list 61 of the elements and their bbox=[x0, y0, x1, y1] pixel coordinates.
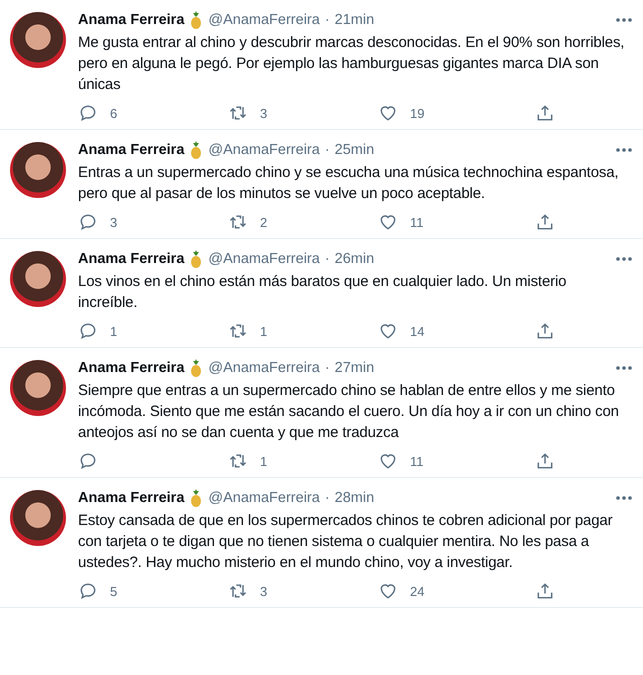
user-handle[interactable]: @AnamaFerreira bbox=[208, 251, 320, 267]
pineapple-icon bbox=[189, 488, 204, 508]
retweet-count: 1 bbox=[260, 324, 268, 338]
retweet-count: 3 bbox=[260, 584, 268, 598]
like-count: 19 bbox=[410, 106, 424, 120]
tweet-card[interactable]: Anama Ferreira @AnamaFerreira · 25min Entras a un supermercado chino y se escucha una música technochina espantosa, pero que al pasar de los minutos se vuelve un poco aceptable. 3 2 11 bbox=[0, 130, 643, 239]
pineapple-icon bbox=[189, 140, 204, 160]
reply-count: 1 bbox=[110, 324, 118, 338]
like-count: 11 bbox=[410, 454, 424, 468]
share-icon[interactable] bbox=[535, 581, 555, 601]
tweet-text: Entras a un supermercado chino y se escucha una música technochina espantosa, pero que al pasar de los minutos se vuelve un poco aceptable. bbox=[78, 163, 620, 204]
reply-icon[interactable] bbox=[78, 451, 98, 471]
user-handle[interactable]: @AnamaFerreira bbox=[208, 490, 320, 506]
user-handle[interactable]: @AnamaFerreira bbox=[208, 142, 320, 158]
tweet-time[interactable]: 27min bbox=[334, 360, 374, 376]
tweet-time[interactable]: 21min bbox=[334, 12, 374, 28]
user-name[interactable]: Anama Ferreira bbox=[78, 360, 184, 376]
more-icon[interactable] bbox=[615, 495, 633, 501]
more-icon[interactable] bbox=[615, 365, 633, 371]
separator-dot: · bbox=[324, 490, 330, 506]
separator-dot: · bbox=[324, 251, 330, 267]
tweet-text: Estoy cansada de que en los supermercados chinos te cobren adicional por pagar con tarjeta o te digan que no tienen sistema o cualquier mentira. No les pasa a ustedes?. Hay mucho misterio en el mundo chino, voy a investigar. bbox=[78, 511, 614, 573]
reply-count: 6 bbox=[110, 106, 118, 120]
share-icon[interactable] bbox=[535, 103, 555, 123]
pineapple-icon bbox=[189, 249, 204, 269]
tweet-card[interactable]: Anama Ferreira @AnamaFerreira · 26min Los vinos en el chino están más baratos que en cualquier lado. Un misterio increíble. 1 1 14 bbox=[0, 239, 643, 348]
separator-dot: · bbox=[324, 12, 330, 28]
tweet-time[interactable]: 25min bbox=[334, 142, 374, 158]
user-name[interactable]: Anama Ferreira bbox=[78, 12, 184, 28]
share-icon[interactable] bbox=[535, 321, 555, 341]
tweet-time[interactable]: 26min bbox=[334, 251, 374, 267]
reply-icon[interactable] bbox=[78, 321, 98, 341]
more-icon[interactable] bbox=[615, 147, 633, 153]
share-icon[interactable] bbox=[535, 451, 555, 471]
like-count: 24 bbox=[410, 584, 424, 598]
separator-dot: · bbox=[324, 142, 330, 158]
retweet-count: 3 bbox=[260, 106, 268, 120]
reply-icon[interactable] bbox=[78, 103, 98, 123]
separator-dot: · bbox=[324, 360, 330, 376]
tweet-text: Los vinos en el chino están más baratos que en cualquier lado. Un misterio increíble. bbox=[78, 272, 568, 313]
reply-count: 5 bbox=[110, 584, 118, 598]
reply-icon[interactable] bbox=[78, 581, 98, 601]
reply-count: 3 bbox=[110, 214, 118, 230]
like-count: 11 bbox=[410, 214, 424, 230]
user-handle[interactable]: @AnamaFerreira bbox=[208, 12, 320, 28]
share-icon[interactable] bbox=[535, 212, 555, 232]
user-name[interactable]: Anama Ferreira bbox=[78, 490, 184, 506]
user-handle[interactable]: @AnamaFerreira bbox=[208, 360, 320, 376]
pineapple-icon bbox=[189, 358, 204, 378]
tweet-time[interactable]: 28min bbox=[334, 490, 374, 506]
reply-icon[interactable] bbox=[78, 212, 98, 232]
pineapple-icon bbox=[189, 10, 204, 30]
retweet-count: 2 bbox=[260, 214, 268, 230]
more-icon[interactable] bbox=[615, 256, 633, 262]
tweet-text: Me gusta entrar al chino y descubrir marcas desconocidas. En el 90% son horribles, pero en alguna le pegó. Por ejemplo las hamburguesas gigantes marca DIA son únicas bbox=[78, 33, 626, 95]
more-icon[interactable] bbox=[615, 17, 633, 23]
user-name[interactable]: Anama Ferreira bbox=[78, 251, 184, 267]
retweet-count: 1 bbox=[260, 454, 268, 468]
user-name[interactable]: Anama Ferreira bbox=[78, 142, 184, 158]
tweet-text: Siempre que entras a un supermercado chino se hablan de entre ellos y me siento incómoda. Siento que me están sacando el cuero. Un día hoy a ir con un chino con anteojos así no se dan cuenta y que me traduzca bbox=[78, 381, 620, 443]
like-count: 14 bbox=[410, 324, 424, 338]
